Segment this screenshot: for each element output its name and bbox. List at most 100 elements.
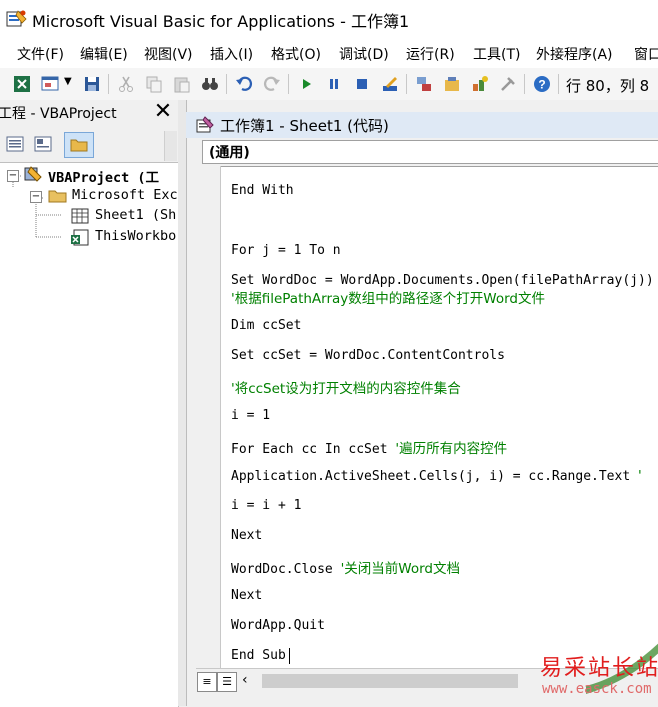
scroll-left-icon[interactable]: ‹	[242, 672, 248, 688]
menu-addins[interactable]: 外接程序(A)	[536, 44, 613, 64]
code-text: Next	[231, 528, 263, 543]
menu-tools[interactable]: 工具(T)	[473, 44, 520, 64]
code-line[interactable]: End With	[231, 183, 294, 198]
break-icon[interactable]	[324, 74, 344, 94]
code-line[interactable]: Set ccSet = WordDoc.ContentControls	[231, 348, 505, 363]
code-margin-indicator-bar[interactable]	[202, 166, 221, 668]
window-title: Microsoft Visual Basic for Applications …	[32, 12, 410, 31]
code-text: End Sub	[231, 648, 286, 663]
folder-icon	[70, 139, 88, 152]
collapse-icon[interactable]: −	[30, 191, 42, 203]
menu-debug[interactable]: 调试(D)	[339, 44, 389, 64]
menu-format[interactable]: 格式(O)	[271, 44, 321, 64]
menu-window[interactable]: 窗口	[634, 44, 658, 64]
code-module-icon	[196, 116, 214, 133]
menu-view[interactable]: 视图(V)	[144, 44, 193, 64]
code-text: Dim ccSet	[231, 318, 302, 333]
folder-open-icon	[48, 190, 67, 203]
reset-icon[interactable]	[352, 74, 372, 94]
code-comment: '遍历所有内容控件	[395, 441, 508, 457]
find-icon[interactable]	[200, 74, 220, 94]
code-line[interactable]: For Each cc In ccSet '遍历所有内容控件	[231, 437, 507, 457]
workbook-icon	[71, 229, 89, 246]
code-text: End With	[231, 183, 294, 198]
design-mode-icon[interactable]	[380, 74, 400, 94]
code-line[interactable]: i = i + 1	[231, 498, 301, 513]
code-window-title: 工作簿1 - Sheet1 (代码)	[220, 117, 389, 135]
undo-icon[interactable]	[234, 74, 254, 94]
menu-run[interactable]: 运行(R)	[406, 44, 455, 64]
code-line[interactable]: Application.ActiveSheet.Cells(j, i) = cc…	[231, 468, 642, 484]
tree-thisworkbook[interactable]: ThisWorkbo	[95, 228, 176, 244]
procedure-view-button[interactable]: ≡	[197, 672, 217, 692]
copy-icon[interactable]	[144, 74, 164, 94]
view-code-icon[interactable]	[6, 136, 24, 152]
pane-splitter[interactable]	[178, 100, 186, 706]
properties-icon[interactable]	[442, 74, 462, 94]
code-text: WordDoc.Close	[231, 562, 341, 577]
code-comment: '关闭当前Word文档	[340, 561, 460, 577]
svg-text:?: ?	[538, 78, 545, 92]
full-module-view-button[interactable]: ☰	[217, 672, 237, 692]
watermark-url: www.easck.com	[542, 681, 652, 697]
text-caret	[289, 648, 290, 664]
cut-icon[interactable]	[116, 74, 136, 94]
object-dropdown[interactable]: (通用)	[202, 140, 658, 164]
toolbox-icon[interactable]	[498, 74, 518, 94]
sheet-icon	[71, 208, 89, 224]
vbaproject-icon	[24, 166, 42, 182]
code-line[interactable]: For j = 1 To n	[231, 243, 341, 258]
help-icon[interactable]: ?	[532, 74, 552, 94]
object-browser-icon[interactable]	[470, 74, 490, 94]
menu-insert[interactable]: 插入(I)	[210, 44, 253, 64]
code-line[interactable]: WordApp.Quit	[231, 618, 325, 633]
menu-file[interactable]: 文件(F)	[17, 44, 64, 64]
code-text: Set ccSet = WordDoc.ContentControls	[231, 348, 505, 363]
excel-icon[interactable]	[12, 74, 32, 94]
code-text: For j = 1 To n	[231, 243, 341, 258]
menu-bar: 文件(F) 编辑(E) 视图(V) 插入(I) 格式(O) 调试(D) 运行(R…	[0, 38, 658, 68]
horizontal-scroll-thumb[interactable]	[262, 674, 518, 688]
tree-sheet1[interactable]: Sheet1 (Sh	[95, 207, 176, 223]
watermark-title: 易采站长站	[540, 656, 658, 681]
project-explorer-icon[interactable]	[414, 74, 434, 94]
tree-vbaproject[interactable]: VBAProject (工	[48, 166, 159, 186]
code-comment: '	[638, 468, 642, 484]
code-line[interactable]: '将ccSet设为打开文档的内容控件集合	[231, 377, 461, 397]
code-text: i = 1	[231, 408, 271, 423]
code-text: For Each cc In ccSet	[231, 442, 396, 457]
cursor-position-readout: 行 80，列 8	[566, 77, 650, 95]
paste-icon[interactable]	[172, 74, 192, 94]
code-line[interactable]: '根据filePathArray数组中的路径逐个打开Word文件	[231, 287, 545, 307]
code-comment: '将ccSet设为打开文档的内容控件集合	[231, 381, 461, 397]
collapse-icon[interactable]: −	[7, 170, 19, 182]
insert-userform-icon[interactable]	[40, 74, 60, 94]
code-line[interactable]: i = 1	[231, 408, 270, 423]
project-explorer-toolbar	[0, 128, 178, 162]
code-line[interactable]: Dim ccSet	[231, 318, 301, 333]
object-dropdown-value: (通用)	[209, 145, 250, 161]
toggle-folders-button[interactable]	[64, 132, 94, 158]
menu-edit[interactable]: 编辑(E)	[80, 44, 128, 64]
code-line[interactable]: Next	[231, 528, 262, 543]
project-tree: − VBAProject (工 − Microsoft Exc Sheet1 (…	[0, 162, 179, 707]
standard-toolbar: ▼ ? 行 80，列 8	[0, 68, 658, 101]
code-comment: '根据filePathArray数组中的路径逐个打开Word文件	[231, 291, 545, 307]
close-icon[interactable]: ✕	[152, 101, 174, 123]
view-object-icon[interactable]	[34, 136, 52, 152]
code-line[interactable]: Set WordDoc = WordApp.Documents.Open(fil…	[231, 273, 654, 288]
code-editor[interactable]	[202, 166, 658, 669]
chevron-down-icon[interactable]: ▼	[64, 76, 72, 87]
code-line[interactable]: WordDoc.Close '关闭当前Word文档	[231, 557, 460, 577]
save-icon[interactable]	[82, 74, 102, 94]
code-text: i = i + 1	[231, 498, 302, 513]
redo-icon[interactable]	[262, 74, 282, 94]
run-icon[interactable]	[296, 74, 316, 94]
code-text: Set WordDoc = WordApp.Documents.Open(fil…	[231, 273, 654, 288]
project-explorer-title: 工程 - VBAProject	[0, 106, 117, 122]
project-explorer-scrollbar[interactable]	[164, 131, 177, 161]
code-text: Application.ActiveSheet.Cells(j, i) = cc…	[231, 469, 638, 484]
code-line[interactable]: End Sub	[231, 648, 286, 663]
tree-excel-objects[interactable]: Microsoft Exc	[72, 187, 178, 203]
code-line[interactable]: Next	[231, 588, 262, 603]
